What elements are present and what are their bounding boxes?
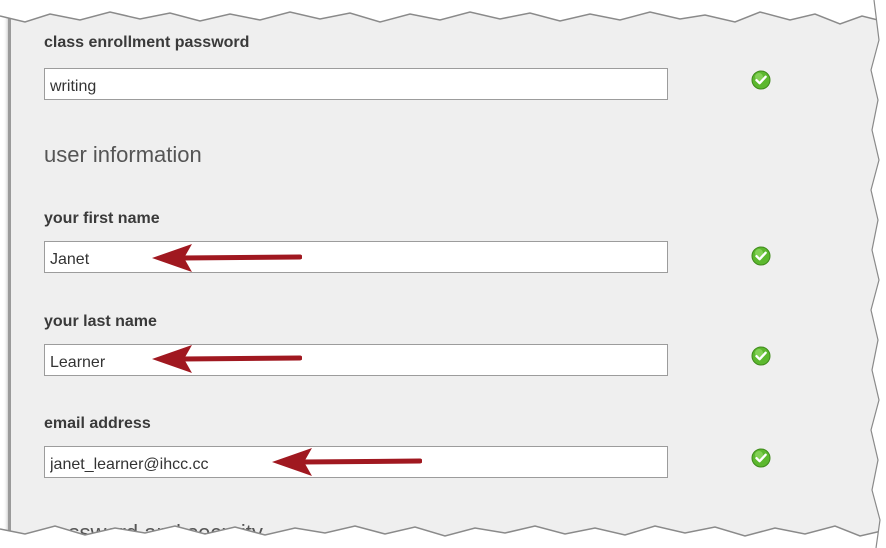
check-circle-icon: [751, 448, 771, 468]
last-name-input[interactable]: [45, 345, 667, 375]
email-label: email address: [44, 415, 151, 432]
user-information-heading: user information: [44, 142, 202, 167]
check-circle-icon: [751, 246, 771, 266]
check-circle-icon: [751, 346, 771, 366]
screenshot-page: class enrollment password user informati…: [0, 0, 886, 548]
last-name-label: your last name: [44, 313, 157, 330]
email-input[interactable]: [45, 447, 667, 477]
password-security-heading: password and security: [44, 520, 263, 545]
first-name-label: your first name: [44, 210, 160, 227]
enrollment-password-label: class enrollment password: [44, 34, 250, 51]
enrollment-password-input[interactable]: [45, 69, 667, 99]
first-name-field-box: [44, 241, 668, 273]
email-field-box: [44, 446, 668, 478]
first-name-input[interactable]: [45, 242, 667, 272]
last-name-field-box: [44, 344, 668, 376]
enrollment-password-field-box: [44, 68, 668, 100]
check-circle-icon: [751, 70, 771, 90]
